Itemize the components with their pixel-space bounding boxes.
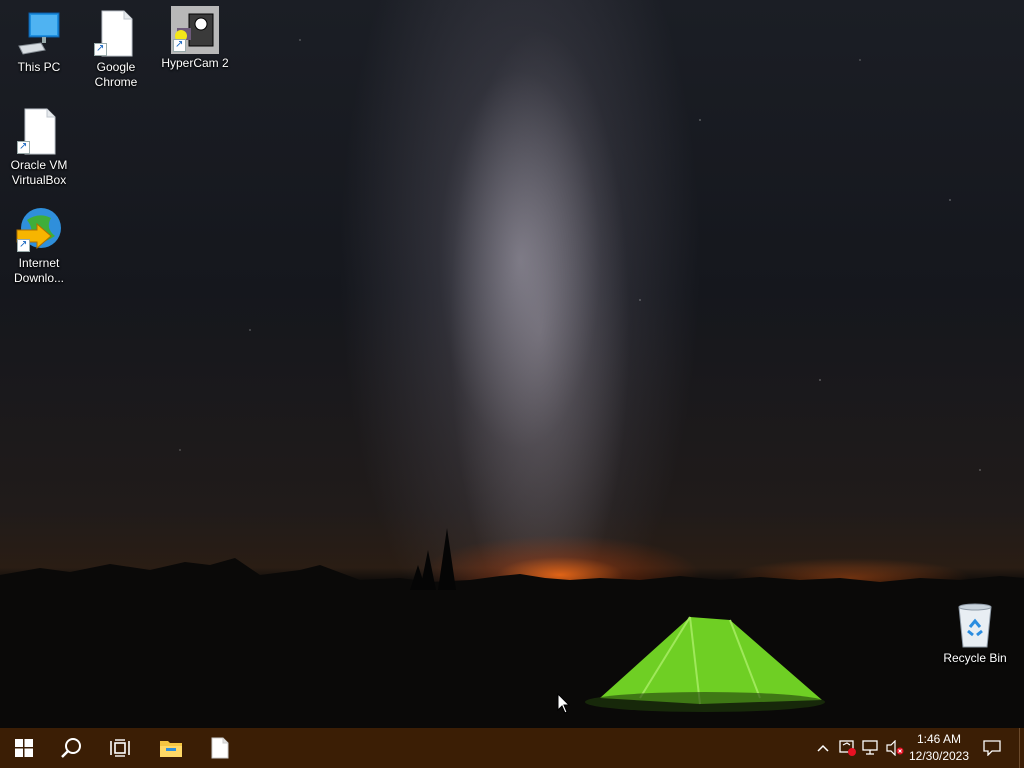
search-button[interactable] — [48, 728, 96, 768]
system-clock[interactable]: 1:46 AM 12/30/2023 — [905, 731, 973, 765]
windows-logo-icon — [15, 739, 33, 757]
desktop-icon-label: Oracle VM VirtualBox — [10, 158, 68, 187]
folder-icon — [160, 741, 182, 757]
security-status-button[interactable] — [835, 728, 859, 768]
desktop[interactable]: This PC Google Chrome HyperCam 2 — [0, 0, 1024, 728]
wallpaper-landscape — [0, 528, 1024, 728]
hypercam-icon — [171, 6, 219, 54]
desktop-icon-label: Google Chrome — [94, 60, 138, 89]
action-center-button[interactable] — [979, 728, 1005, 768]
shortcut-arrow-icon — [173, 37, 186, 52]
desktop-icon-virtualbox[interactable]: Oracle VM VirtualBox — [1, 108, 77, 188]
desktop-icon-label: This PC — [17, 60, 61, 74]
action-center-icon — [983, 740, 1001, 756]
clock-date: 12/30/2023 — [908, 749, 970, 763]
network-button[interactable] — [859, 728, 883, 768]
shortcut-arrow-icon — [94, 41, 107, 56]
desktop-icon-label: Internet Downlo... — [13, 256, 65, 285]
desktop-icon-label: Recycle Bin — [943, 651, 1007, 665]
shortcut-arrow-icon — [17, 139, 30, 154]
start-button[interactable] — [0, 728, 48, 768]
search-icon — [61, 738, 81, 758]
desktop-icon-internet-download-manager[interactable]: Internet Downlo... — [1, 206, 77, 286]
recycle-bin-icon — [951, 601, 999, 649]
show-desktop-button[interactable] — [1019, 728, 1024, 768]
volume-button[interactable] — [883, 728, 907, 768]
blank-file-icon — [15, 108, 63, 156]
network-icon — [862, 740, 878, 755]
desktop-icon-recycle-bin[interactable]: Recycle Bin — [937, 601, 1013, 666]
mouse-cursor-icon — [557, 693, 571, 714]
pinned-file-button[interactable] — [196, 728, 244, 768]
chevron-up-icon — [817, 744, 829, 752]
taskbar: 1:46 AM 12/30/2023 — [0, 728, 1024, 768]
task-view-button[interactable] — [96, 728, 144, 768]
volume-muted-icon — [886, 740, 904, 756]
security-warning-icon — [839, 740, 856, 756]
blank-file-icon — [211, 737, 229, 759]
show-hidden-icons-button[interactable] — [811, 728, 835, 768]
desktop-icon-hypercam[interactable]: HyperCam 2 — [157, 6, 233, 71]
clock-time: 1:46 AM — [916, 732, 962, 746]
task-view-icon — [110, 739, 130, 757]
computer-icon — [15, 10, 63, 58]
blank-file-icon — [92, 10, 140, 58]
desktop-icon-label: HyperCam 2 — [161, 56, 229, 70]
desktop-icon-google-chrome[interactable]: Google Chrome — [78, 10, 154, 90]
shortcut-arrow-icon — [17, 237, 30, 252]
desktop-icon-this-pc[interactable]: This PC — [1, 10, 77, 75]
file-explorer-button[interactable] — [147, 728, 195, 768]
internet-download-manager-icon — [15, 206, 63, 254]
